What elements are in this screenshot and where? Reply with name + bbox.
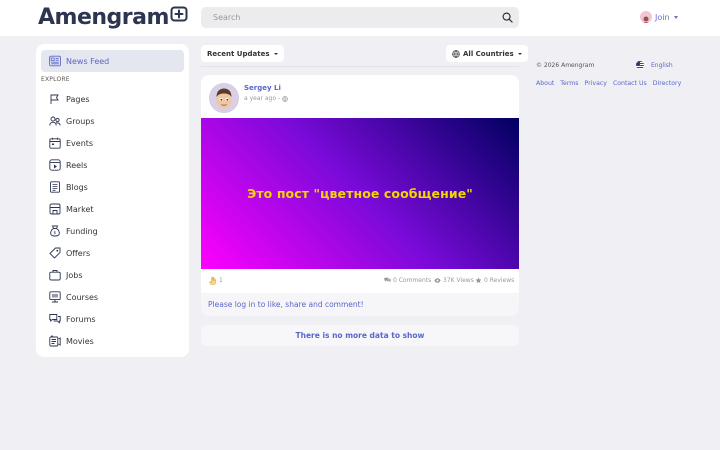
sidebar-item-label: Movies <box>66 336 94 346</box>
reviews-count[interactable]: 0 Reviews <box>475 277 514 284</box>
post-card: Sergey Li a year ago - Это пост "цветное… <box>201 75 519 316</box>
sidebar-item-blogs[interactable]: Blogs <box>49 179 88 195</box>
no-more-data-notice: There is no more data to show <box>201 325 519 346</box>
sidebar-item-label: News Feed <box>66 56 110 66</box>
colored-post-banner: Это пост "цветное сообщение" <box>201 118 519 269</box>
sidebar-item-label: Jobs <box>66 270 83 280</box>
sort-dropdown[interactable]: Recent Updates <box>201 45 284 62</box>
no-more-text: There is no more data to show <box>295 331 425 340</box>
language-label: English <box>651 61 673 69</box>
chevron-down-icon <box>517 52 522 55</box>
post-stats: 1 0 Comments 37K Views 0 Reviews <box>201 269 519 293</box>
tag-icon <box>49 247 61 259</box>
explore-heading: EXPLORE <box>41 76 70 83</box>
sidebar-item-jobs[interactable]: Jobs <box>49 267 83 283</box>
footer-link-terms[interactable]: Terms <box>560 80 578 87</box>
language-selector[interactable]: English <box>636 61 673 69</box>
meta-separator: - <box>278 95 281 102</box>
us-flag-icon <box>636 61 644 69</box>
sidebar-item-label: Reels <box>66 160 88 170</box>
sidebar-item-label: Blogs <box>66 182 88 192</box>
post-time[interactable]: a year ago <box>244 95 276 102</box>
join-label: Join <box>655 12 670 22</box>
footer-link-about[interactable]: About <box>536 80 554 87</box>
post-meta: a year ago - <box>244 95 289 102</box>
author-avatar[interactable] <box>209 83 239 113</box>
login-prompt[interactable]: Please log in to like, share and comment… <box>201 293 519 316</box>
country-label: All Countries <box>463 49 514 58</box>
comments-icon <box>384 277 391 283</box>
plus-icon <box>170 6 188 22</box>
reaction-count[interactable]: 1 <box>208 276 223 285</box>
comments-value: 0 Comments <box>393 277 432 284</box>
reviews-value: 0 Reviews <box>484 277 515 284</box>
site-logo[interactable]: Amengram <box>38 4 188 32</box>
store-icon <box>49 203 61 215</box>
calendar-icon <box>49 137 61 149</box>
star-icon <box>475 277 482 284</box>
join-menu[interactable]: Join <box>640 9 678 25</box>
sidebar-item-reels[interactable]: Reels <box>49 157 87 173</box>
comments-count[interactable]: 0 Comments <box>384 277 431 284</box>
reaction-hand-icon <box>209 276 216 285</box>
sidebar-item-label: Pages <box>66 94 90 104</box>
country-dropdown[interactable]: All Countries <box>446 45 528 62</box>
sidebar-item-market[interactable]: Market <box>49 201 94 217</box>
sidebar-item-movies[interactable]: Movies <box>49 333 94 349</box>
search-input[interactable] <box>213 7 493 28</box>
chevron-down-icon <box>273 52 278 55</box>
news-feed-icon <box>49 55 61 67</box>
sidebar-item-forums[interactable]: Forums <box>49 311 96 327</box>
sidebar-item-label: Events <box>66 138 94 148</box>
forum-icon <box>49 314 61 324</box>
sidebar-item-label: Groups <box>66 116 95 126</box>
sidebar-item-label: Market <box>66 204 94 214</box>
banner-text: Это пост "цветное сообщение" <box>247 186 473 201</box>
footer-link-contact[interactable]: Contact Us <box>613 80 647 87</box>
document-icon <box>50 181 60 193</box>
feed-divider <box>201 66 519 67</box>
sidebar-item-groups[interactable]: Groups <box>49 113 95 129</box>
post-author[interactable]: Sergey Li <box>244 84 281 92</box>
copyright-text: © 2026 Amengram <box>536 62 595 69</box>
sidebar-item-offers[interactable]: Offers <box>49 245 90 261</box>
sidebar-item-label: Offers <box>66 248 91 258</box>
footer-link-directory[interactable]: Directory <box>653 80 682 87</box>
search-box <box>201 7 519 28</box>
footer-links: About Terms Privacy Contact Us Directory <box>536 80 687 87</box>
sidebar-item-label: Funding <box>66 226 98 236</box>
sidebar-item-funding[interactable]: $ Funding <box>49 223 98 239</box>
chevron-down-icon <box>673 15 678 19</box>
sidebar-item-label: Courses <box>66 292 99 302</box>
footer-link-privacy[interactable]: Privacy <box>585 80 607 87</box>
people-icon <box>49 116 61 126</box>
sidebar-item-courses[interactable]: Courses <box>49 289 98 305</box>
globe-icon <box>452 49 460 58</box>
views-value: 37K Views <box>443 277 474 284</box>
views-count: 37K Views <box>434 277 474 284</box>
sort-label: Recent Updates <box>207 49 270 58</box>
public-globe-icon <box>282 95 289 102</box>
sidebar-item-events[interactable]: Events <box>49 135 93 151</box>
top-bar: Amengram Join <box>0 0 720 36</box>
logo-text: Amengram <box>38 5 169 30</box>
movie-icon <box>49 335 61 347</box>
money-bag-icon: $ <box>50 225 60 237</box>
sidebar: News Feed EXPLORE Pages Groups Events Re… <box>36 44 189 357</box>
sidebar-item-label: Forums <box>66 314 96 324</box>
search-icon[interactable] <box>502 12 513 23</box>
briefcase-icon <box>49 270 61 281</box>
svg-text:$: $ <box>53 230 56 236</box>
eye-icon <box>434 278 441 283</box>
courses-icon <box>49 291 61 303</box>
login-prompt-text: Please log in to like, share and comment… <box>208 300 364 309</box>
sidebar-item-news-feed-row[interactable]: News Feed <box>49 53 109 69</box>
reaction-value: 1 <box>219 277 223 284</box>
sidebar-item-pages[interactable]: Pages <box>49 91 90 107</box>
flag-icon <box>50 94 59 104</box>
play-icon <box>49 159 61 171</box>
avatar <box>640 11 652 23</box>
